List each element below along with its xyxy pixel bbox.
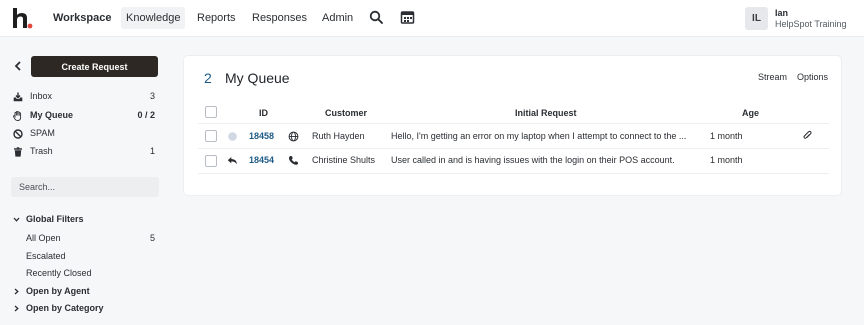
create-request-button[interactable]: Create Request [31, 56, 158, 77]
ban-icon [13, 129, 23, 139]
trash-icon [14, 147, 22, 157]
options-link[interactable]: Options [797, 72, 828, 82]
nav-admin[interactable]: Admin [317, 7, 358, 29]
chevron-right-icon [14, 305, 19, 312]
filter-group-label: Open by Category [26, 303, 104, 313]
request-age: 1 month [710, 131, 743, 141]
sidebar-item-count: 0 / 2 [137, 110, 155, 120]
divider [198, 173, 829, 174]
sidebar-item-label: My Queue [30, 110, 74, 120]
row-checkbox[interactable] [205, 155, 217, 167]
filter-all-open[interactable]: All Open 5 [26, 233, 158, 247]
user-org: HelpSpot Training [775, 19, 847, 29]
request-id-link[interactable]: 18454 [249, 155, 274, 165]
row-checkbox[interactable] [205, 130, 217, 142]
sidebar-item-count: 1 [149, 146, 155, 156]
top-bar: Workspace Knowledge Reports Responses Ad… [0, 0, 864, 37]
nav-knowledge[interactable]: Knowledge [121, 7, 186, 29]
calendar-icon[interactable] [400, 10, 415, 25]
filter-group-label: Global Filters [26, 214, 84, 224]
divider [198, 148, 829, 149]
filter-label: Recently Closed [26, 268, 92, 278]
sidebar-item-my-queue[interactable]: My Queue 0 / 2 [13, 109, 158, 123]
helpspot-logo[interactable] [11, 6, 33, 30]
column-header-age[interactable]: Age [742, 108, 759, 118]
search-input[interactable] [11, 177, 159, 197]
sidebar-item-label: SPAM [30, 128, 55, 138]
filter-recently-closed[interactable]: Recently Closed [26, 268, 158, 282]
filter-group-label: Open by Agent [26, 286, 90, 296]
nav-responses[interactable]: Responses [247, 7, 312, 29]
paperclip-icon [803, 130, 812, 139]
queue-card: 2 My Queue Stream Options ID Customer In… [184, 56, 841, 195]
nav-workspace[interactable]: Workspace [48, 7, 117, 29]
customer-name: Christine Shults [312, 155, 376, 165]
sidebar-item-label: Trash [30, 146, 53, 156]
column-header-customer[interactable]: Customer [325, 108, 367, 118]
chevron-right-icon [14, 288, 19, 295]
sidebar-item-count: 3 [149, 91, 155, 101]
search-icon[interactable] [369, 10, 384, 25]
inbox-icon [13, 92, 23, 102]
sidebar-item-trash[interactable]: Trash 1 [13, 145, 158, 159]
filter-count: 5 [149, 233, 155, 243]
filter-label: All Open [26, 233, 61, 243]
divider [198, 123, 829, 124]
select-all-checkbox[interactable] [205, 106, 217, 118]
chevron-left-icon[interactable] [13, 61, 23, 71]
customer-name: Ruth Hayden [312, 131, 365, 141]
phone-icon [288, 156, 298, 165]
chevron-down-icon [13, 217, 20, 222]
queue-count: 2 [204, 70, 212, 86]
unread-dot-icon [228, 132, 237, 141]
globe-icon [288, 131, 299, 142]
initial-request: Hello, I'm getting an error on my laptop… [391, 131, 687, 141]
filter-label: Escalated [26, 251, 66, 261]
user-name: Ian [775, 8, 789, 18]
hand-icon [13, 111, 22, 121]
filter-escalated[interactable]: Escalated [26, 251, 158, 265]
page-title: My Queue [225, 70, 290, 86]
stream-link[interactable]: Stream [758, 72, 787, 82]
nav-reports[interactable]: Reports [192, 7, 241, 29]
column-header-id[interactable]: ID [259, 108, 268, 118]
column-header-initial-request[interactable]: Initial Request [515, 108, 577, 118]
reply-icon [227, 157, 237, 165]
sidebar-item-spam[interactable]: SPAM [13, 127, 158, 141]
sidebar-item-label: Inbox [30, 91, 53, 101]
initial-request: User called in and is having issues with… [391, 155, 675, 165]
avatar[interactable]: IL [745, 7, 768, 30]
request-id-link[interactable]: 18458 [249, 131, 274, 141]
sidebar-item-inbox[interactable]: Inbox 3 [13, 90, 158, 104]
request-age: 1 month [710, 155, 743, 165]
